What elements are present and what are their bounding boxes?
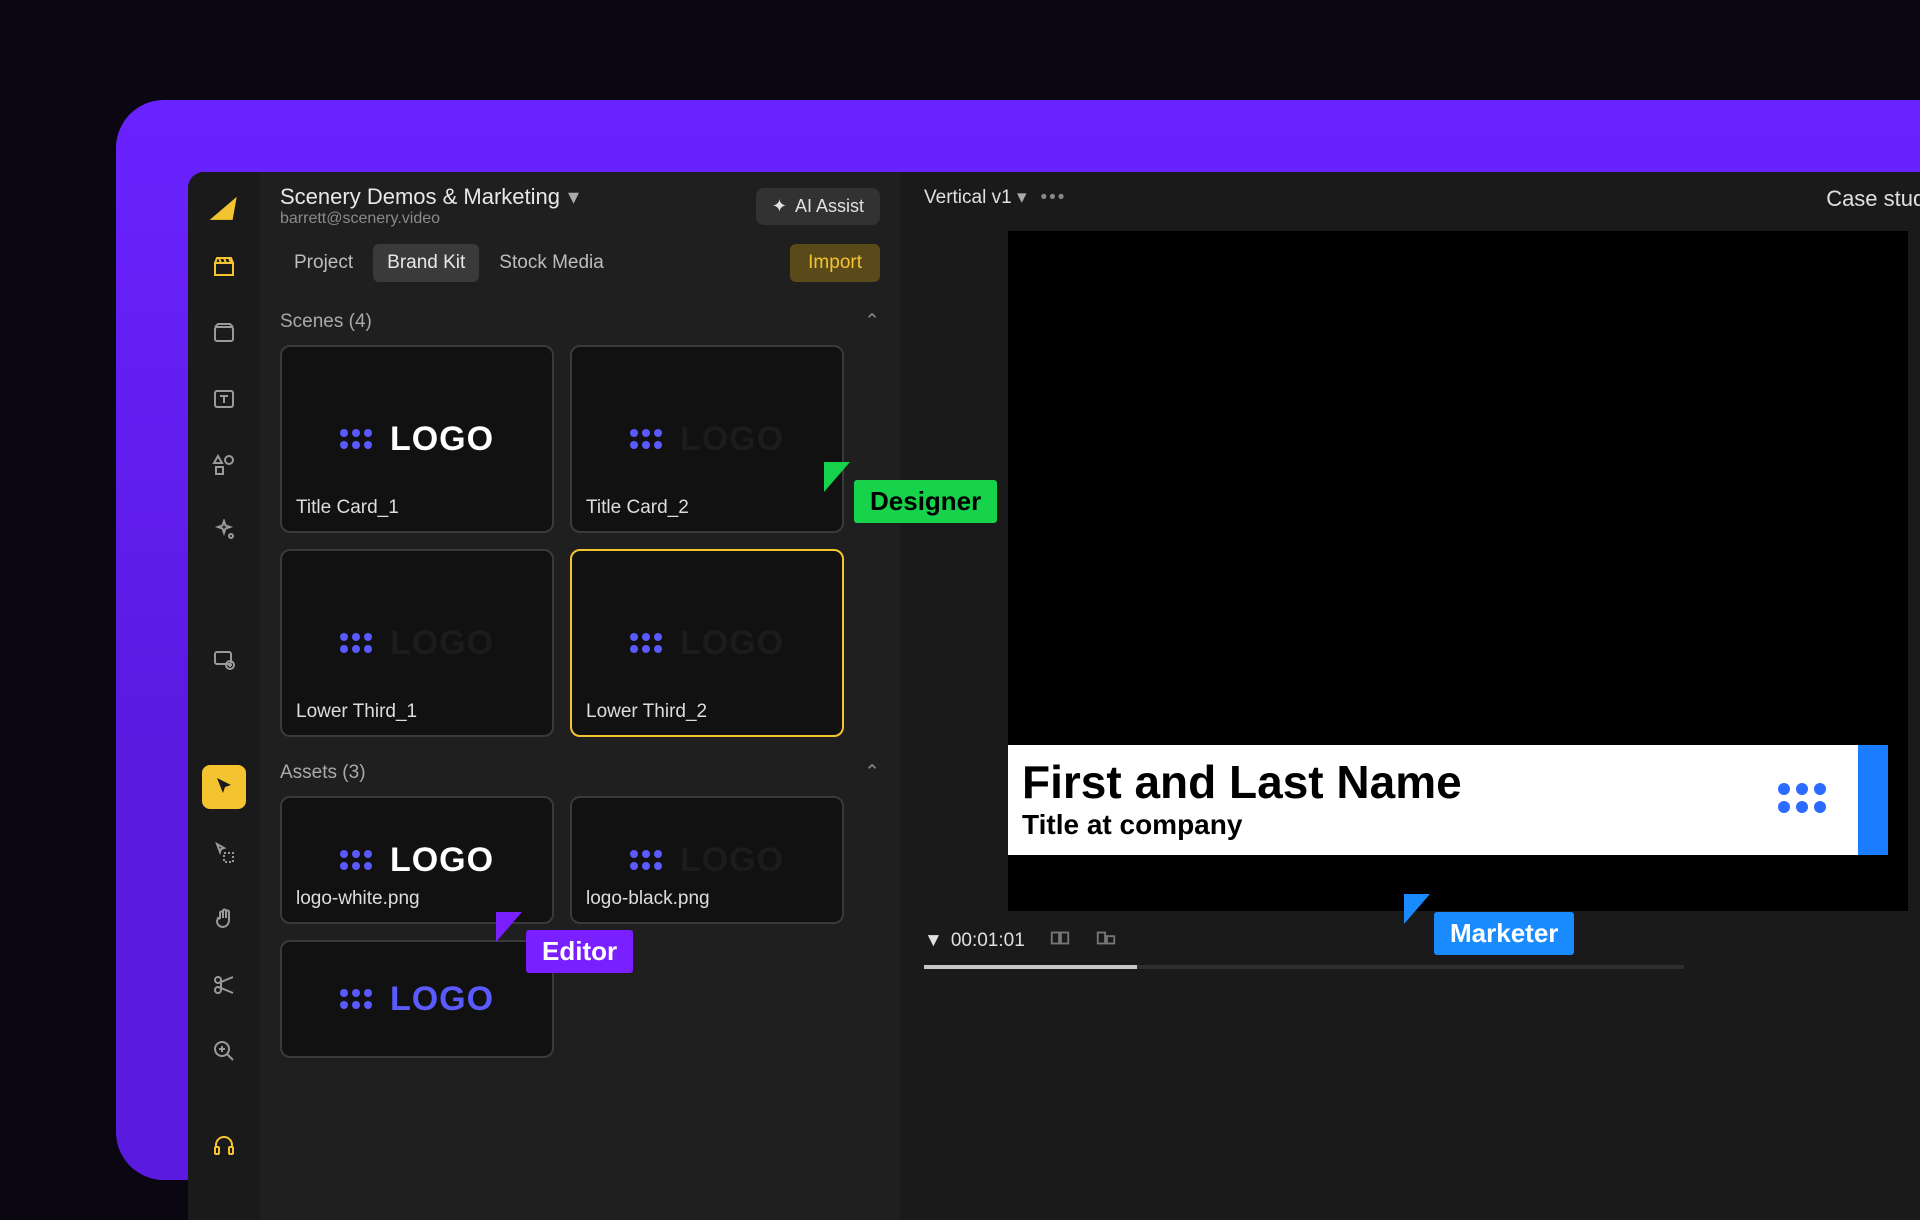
hand-icon[interactable] [202,897,246,941]
scene-card-selected[interactable]: LOGO Lower Third_2 [570,549,844,737]
library-panel: Scenery Demos & Marketing▾ barrett@scene… [260,172,900,1220]
scene-card[interactable]: LOGO Title Card_1 [280,345,554,533]
split-right-icon[interactable] [1095,927,1117,955]
ai-assist-button[interactable]: ✦ AI Assist [756,188,880,225]
pointer-icon[interactable] [202,765,246,809]
asset-card[interactable]: LOGO logo-black.png [570,796,844,924]
tab-brand-kit[interactable]: Brand Kit [373,244,479,282]
clapper-icon[interactable] [202,245,246,289]
sparkle-icon[interactable] [202,509,246,553]
scissors-icon[interactable] [202,963,246,1007]
app-window: ◢ [188,172,1920,1220]
assets-section: Assets (3) ⌃ LOGO logo-white.png LOGO lo… [260,745,900,1066]
import-button[interactable]: Import [790,244,880,282]
cursor-pointer-icon [824,462,850,492]
text-icon[interactable] [202,377,246,421]
scene-card[interactable]: LOGO Lower Third_1 [280,549,554,737]
collapse-icon[interactable]: ⌃ [864,310,880,333]
collab-cursor-designer: Designer [824,462,997,523]
scenes-heading: Scenes (4) [280,311,372,333]
scrubber[interactable] [924,965,1684,969]
tab-project[interactable]: Project [280,244,367,282]
right-project-dropdown[interactable]: Case study video▾ [1826,186,1920,212]
container-icon[interactable] [202,311,246,355]
lower-third-name: First and Last Name [1022,755,1462,809]
accent-bar [1858,745,1888,855]
shapes-icon[interactable] [202,443,246,487]
tab-stock-media[interactable]: Stock Media [485,244,618,282]
viewer-panel: Vertical v1 ▾ ••• First and Last Name Ti… [900,172,1920,1220]
pointer-box-icon[interactable] [202,831,246,875]
logo-dots-icon [1778,783,1838,813]
lower-third-preview[interactable]: First and Last Name Title at company [1008,745,1888,855]
cursor-pointer-icon [1404,894,1430,924]
collapse-icon[interactable]: ⌃ [864,761,880,784]
sparkle-small-icon: ✦ [772,196,787,217]
asset-card[interactable]: LOGO logo-white.png [280,796,554,924]
lower-third-title: Title at company [1022,809,1462,841]
library-tabs: Project Brand Kit Stock Media Import [260,234,900,294]
timecode: 00:01:01 [951,930,1025,952]
more-menu-icon[interactable]: ••• [1040,187,1066,209]
assets-heading: Assets (3) [280,762,366,784]
headphones-icon[interactable] [202,1123,246,1167]
cursor-pointer-icon [496,912,522,942]
variant-dropdown[interactable]: Vertical v1 ▾ [924,186,1026,209]
media-add-icon[interactable] [202,637,246,681]
split-left-icon[interactable] [1049,927,1071,955]
left-toolbar: ◢ [188,172,260,1220]
collab-cursor-editor: Editor [496,912,633,973]
project-title[interactable]: Scenery Demos & Marketing▾ [280,184,579,210]
app-logo-icon: ◢ [210,190,237,223]
scene-card[interactable]: LOGO Title Card_2 [570,345,844,533]
scenes-section: Scenes (4) ⌃ LOGO Title Card_1 LOGO Titl… [260,294,900,745]
outer-frame: ◢ [116,100,1920,1180]
zoom-icon[interactable] [202,1029,246,1073]
preview-stage[interactable]: First and Last Name Title at company [1008,231,1908,911]
playhead-marker-icon: ▼ [924,930,943,952]
user-email: barrett@scenery.video [280,210,579,228]
collab-cursor-marketer: Marketer [1404,894,1574,955]
